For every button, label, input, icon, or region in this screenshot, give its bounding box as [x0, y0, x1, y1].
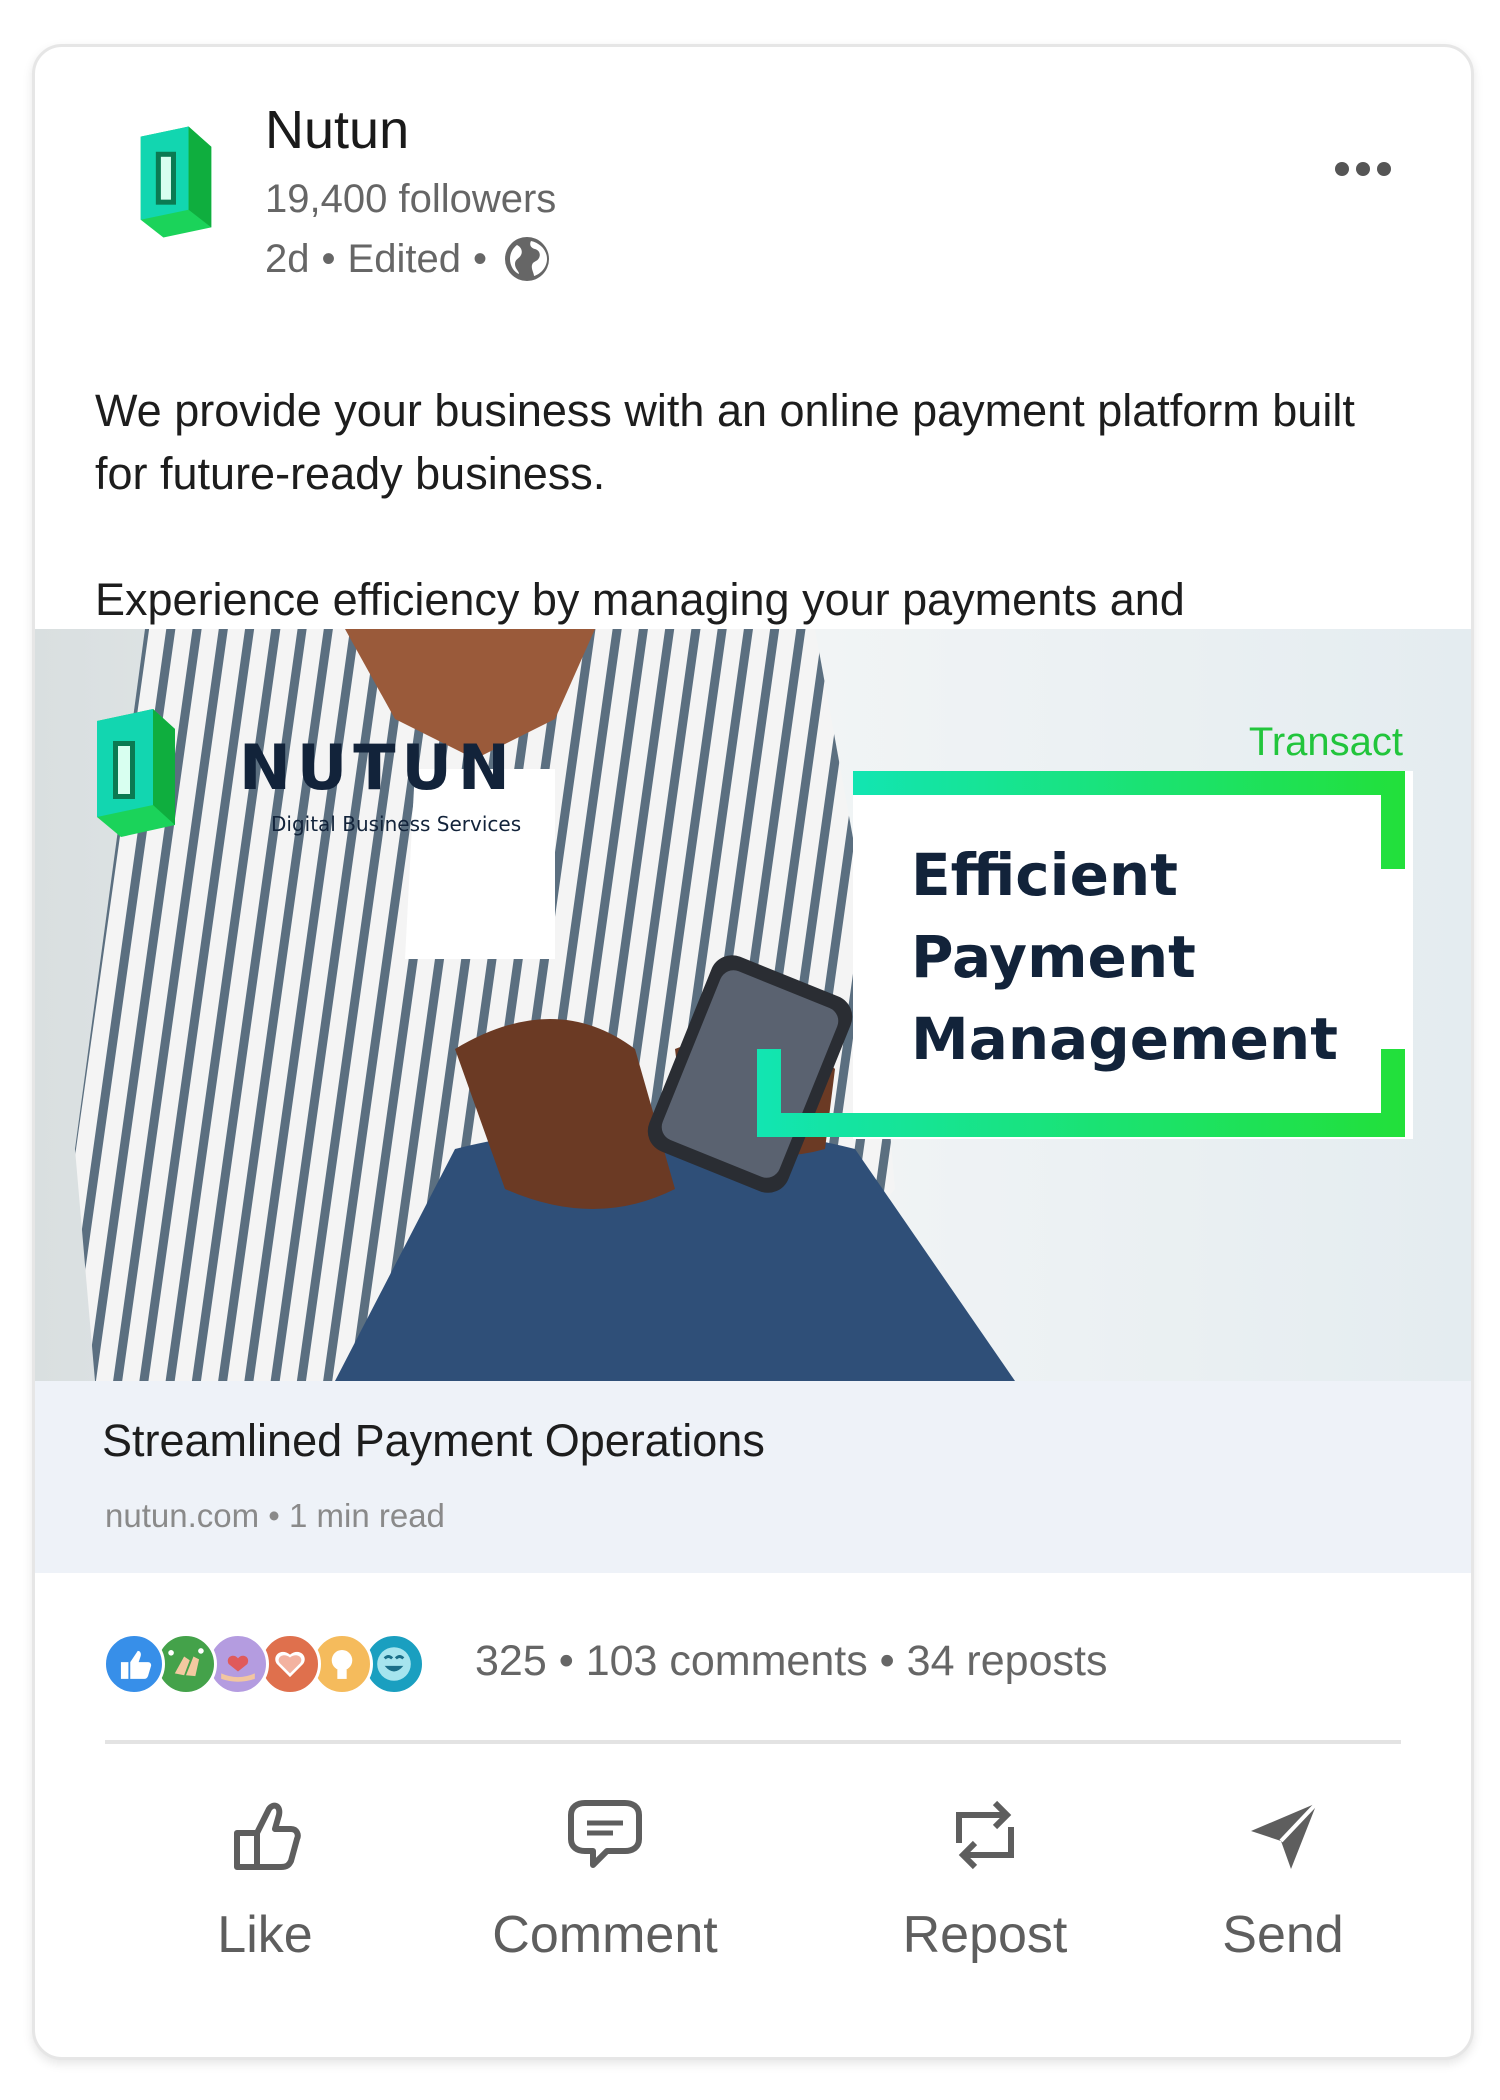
product-label: Transact	[1249, 720, 1403, 764]
link-title[interactable]: Streamlined Payment Operations	[102, 1415, 765, 1467]
meta-separator: •	[472, 236, 487, 281]
globe-icon	[504, 237, 549, 281]
send-icon	[1251, 1801, 1319, 1869]
divider	[105, 1740, 1401, 1744]
company-name[interactable]: Nutun	[265, 99, 409, 161]
post-body: We provide your business with an online …	[95, 379, 1415, 631]
repost-label: Repost	[902, 1906, 1068, 1964]
follower-count: 19,400 followers	[265, 177, 557, 221]
edited-label: Edited	[347, 236, 461, 281]
post-image[interactable]: NUTUN Digital Business Services Transact…	[35, 629, 1471, 1381]
engagement-counts[interactable]: 325 • 103 comments • 34 reposts	[475, 1637, 1107, 1686]
headline-line: Efficient	[911, 841, 1178, 909]
like-icon	[103, 1633, 165, 1695]
thumbs-up-icon	[234, 1802, 301, 1870]
link-preview[interactable]: Streamlined Payment Operations nutun.com…	[35, 1381, 1471, 1573]
comment-icon	[568, 1800, 642, 1868]
send-label: Send	[1222, 1906, 1344, 1964]
link-meta: nutun.com • 1 min read	[105, 1497, 445, 1534]
brand-tagline: Digital Business Services	[271, 812, 521, 836]
comment-button[interactable]: Comment	[485, 1787, 725, 2007]
nutun-logo-icon	[97, 709, 175, 837]
post-card: Nutun 19,400 followers 2d • Edited • We …	[32, 44, 1474, 2060]
post-meta: 2d • Edited •	[265, 235, 551, 283]
like-button[interactable]: Like	[145, 1787, 385, 2007]
comment-label: Comment	[492, 1906, 718, 1964]
post-text-paragraph: We provide your business with an online …	[95, 385, 1355, 499]
headline-line: Payment	[911, 923, 1196, 991]
post-text-paragraph: Experience efficiency by managing your p…	[95, 574, 1185, 625]
send-button[interactable]: Send	[1163, 1787, 1403, 2007]
more-options-icon[interactable]	[1333, 157, 1393, 181]
repost-button[interactable]: Repost	[865, 1787, 1105, 2007]
post-age: 2d	[265, 236, 310, 281]
headline-line: Management	[911, 1005, 1338, 1073]
meta-separator: •	[321, 236, 336, 281]
like-label: Like	[217, 1906, 313, 1964]
company-logo[interactable]	[113, 119, 239, 245]
brand-wordmark: NUTUN	[239, 731, 516, 804]
repost-icon	[956, 1800, 1014, 1870]
reaction-icons[interactable]	[103, 1631, 425, 1697]
